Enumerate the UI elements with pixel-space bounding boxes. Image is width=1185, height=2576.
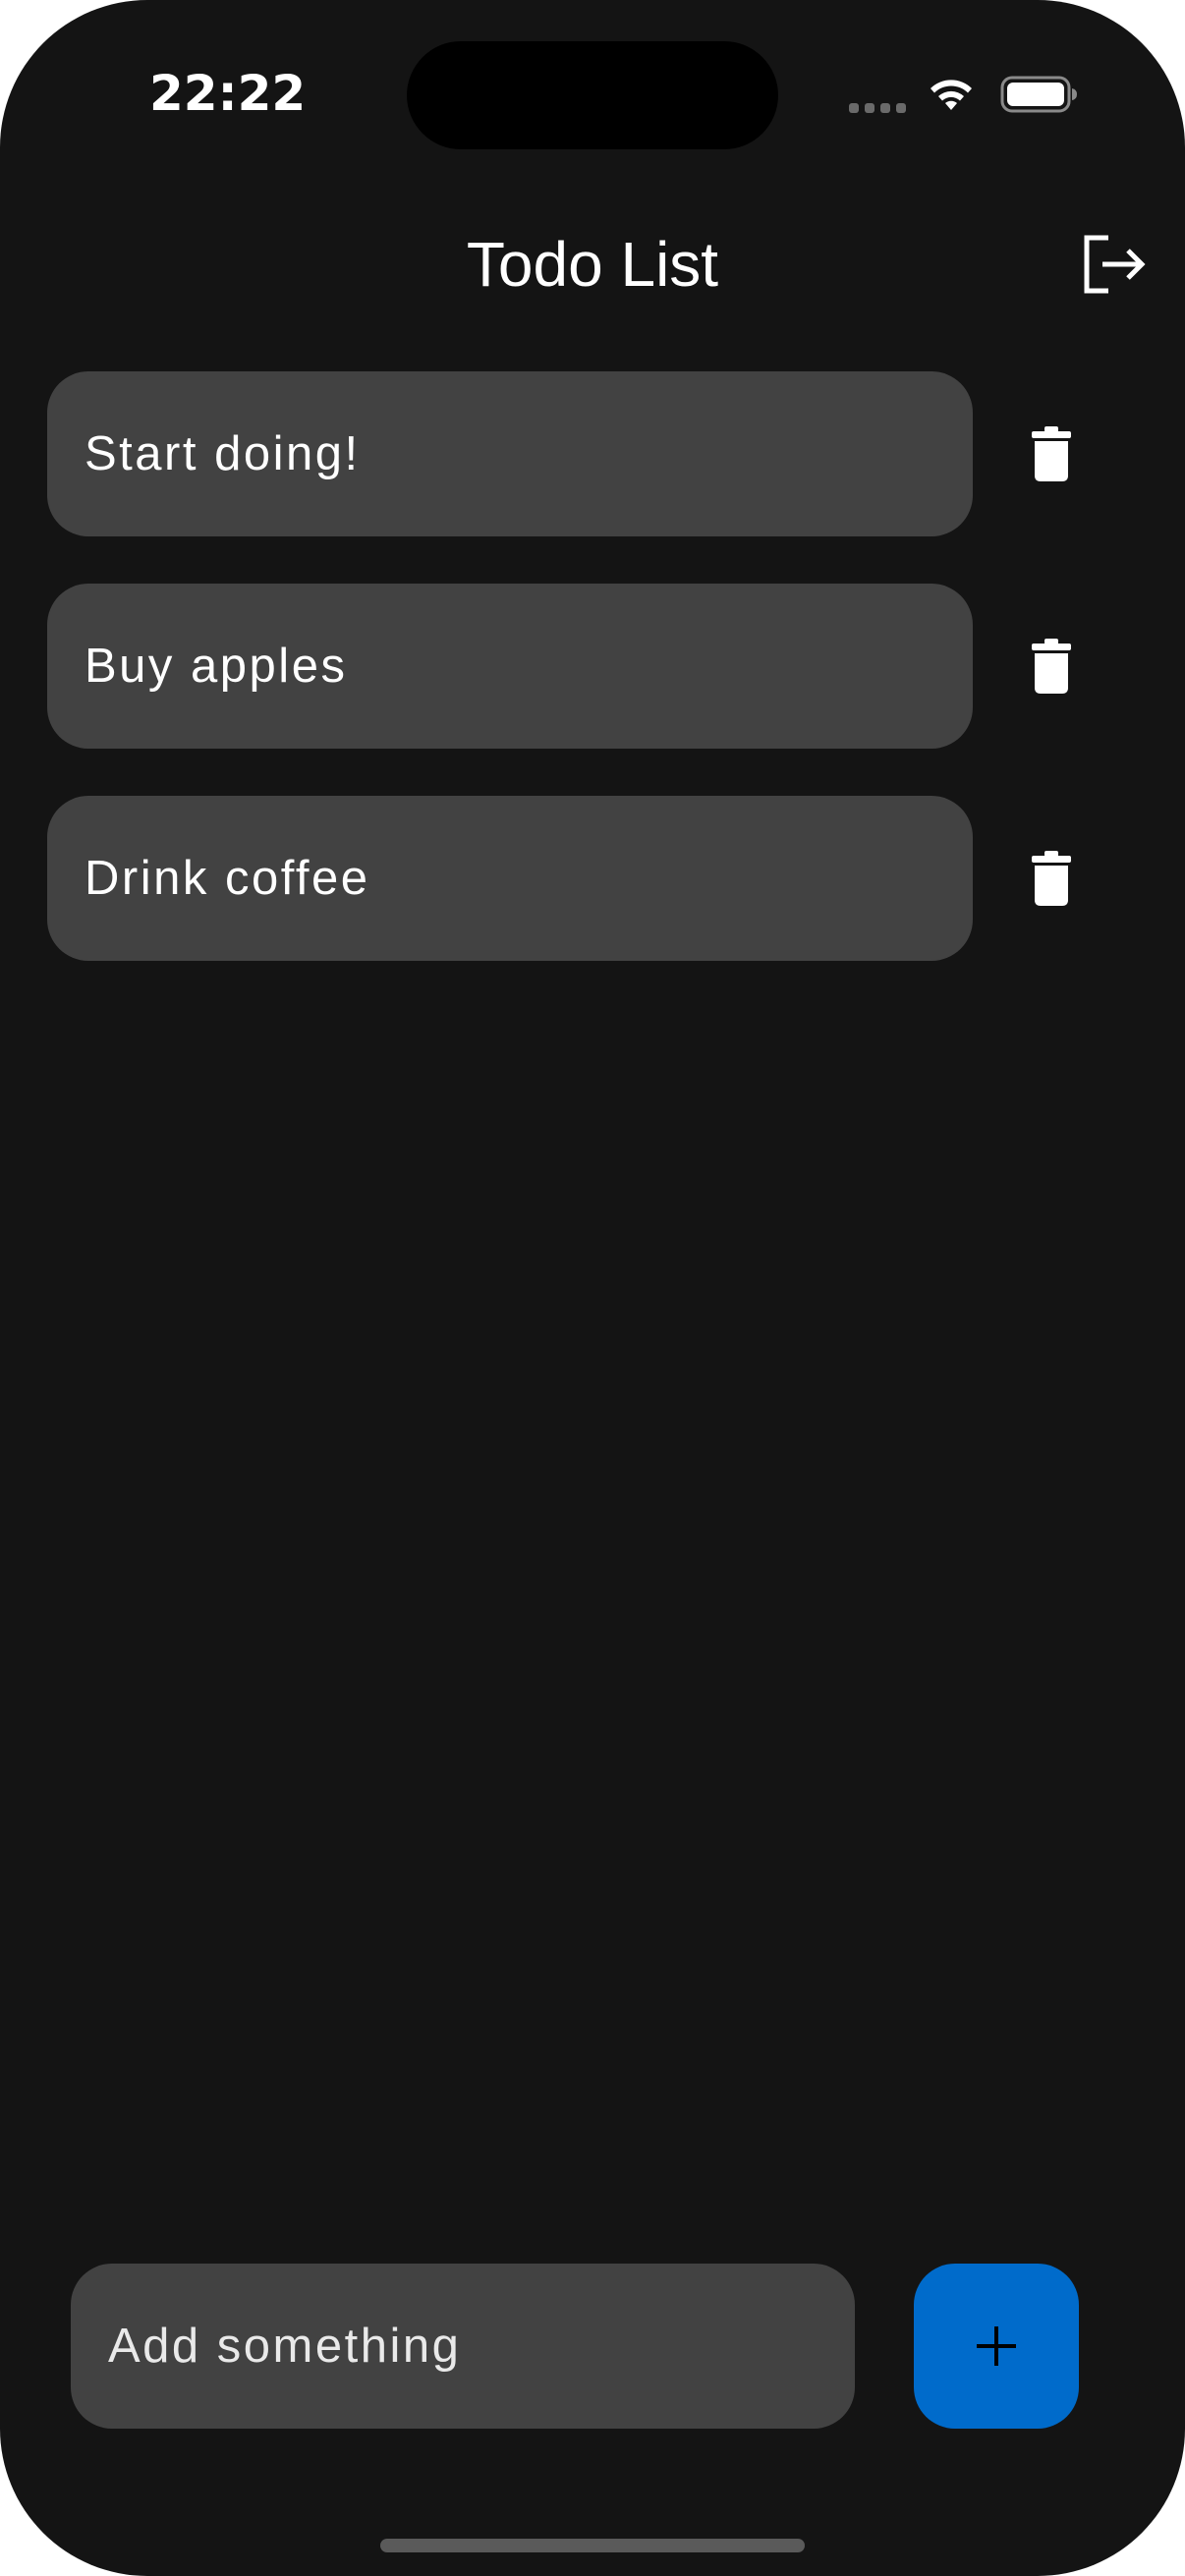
todo-row: Buy apples [47,584,1138,749]
logout-button[interactable] [1079,232,1150,297]
page-title: Todo List [466,229,719,300]
todo-item-text: Start doing! [85,427,361,480]
status-time: 22:22 [149,65,307,122]
todo-row: Start doing! [47,371,1138,536]
todo-list: Start doing! Buy apples Drink coffee [47,371,1138,1008]
plus-icon [977,2326,1016,2366]
delete-todo-button[interactable] [1020,635,1083,698]
app-screen: 22:22 Todo List Start doing! Buy apples … [0,0,1185,2576]
todo-item[interactable]: Buy apples [47,584,973,749]
trash-icon [1032,426,1071,481]
add-todo-button[interactable] [914,2264,1079,2429]
trash-icon [1032,639,1071,694]
dynamic-island [407,41,778,149]
todo-row: Drink coffee [47,796,1138,961]
cellular-signal-icon [849,103,908,115]
home-indicator[interactable] [380,2539,805,2552]
delete-todo-button[interactable] [1020,422,1083,485]
trash-icon [1032,851,1071,906]
todo-item-text: Buy apples [85,640,348,693]
logout-icon [1084,235,1146,294]
delete-todo-button[interactable] [1020,847,1083,910]
todo-item-text: Drink coffee [85,852,370,905]
add-todo-input[interactable] [71,2264,855,2429]
battery-icon [1000,76,1077,113]
todo-item[interactable]: Drink coffee [47,796,973,961]
todo-item[interactable]: Start doing! [47,371,973,536]
wifi-icon [931,80,972,110]
